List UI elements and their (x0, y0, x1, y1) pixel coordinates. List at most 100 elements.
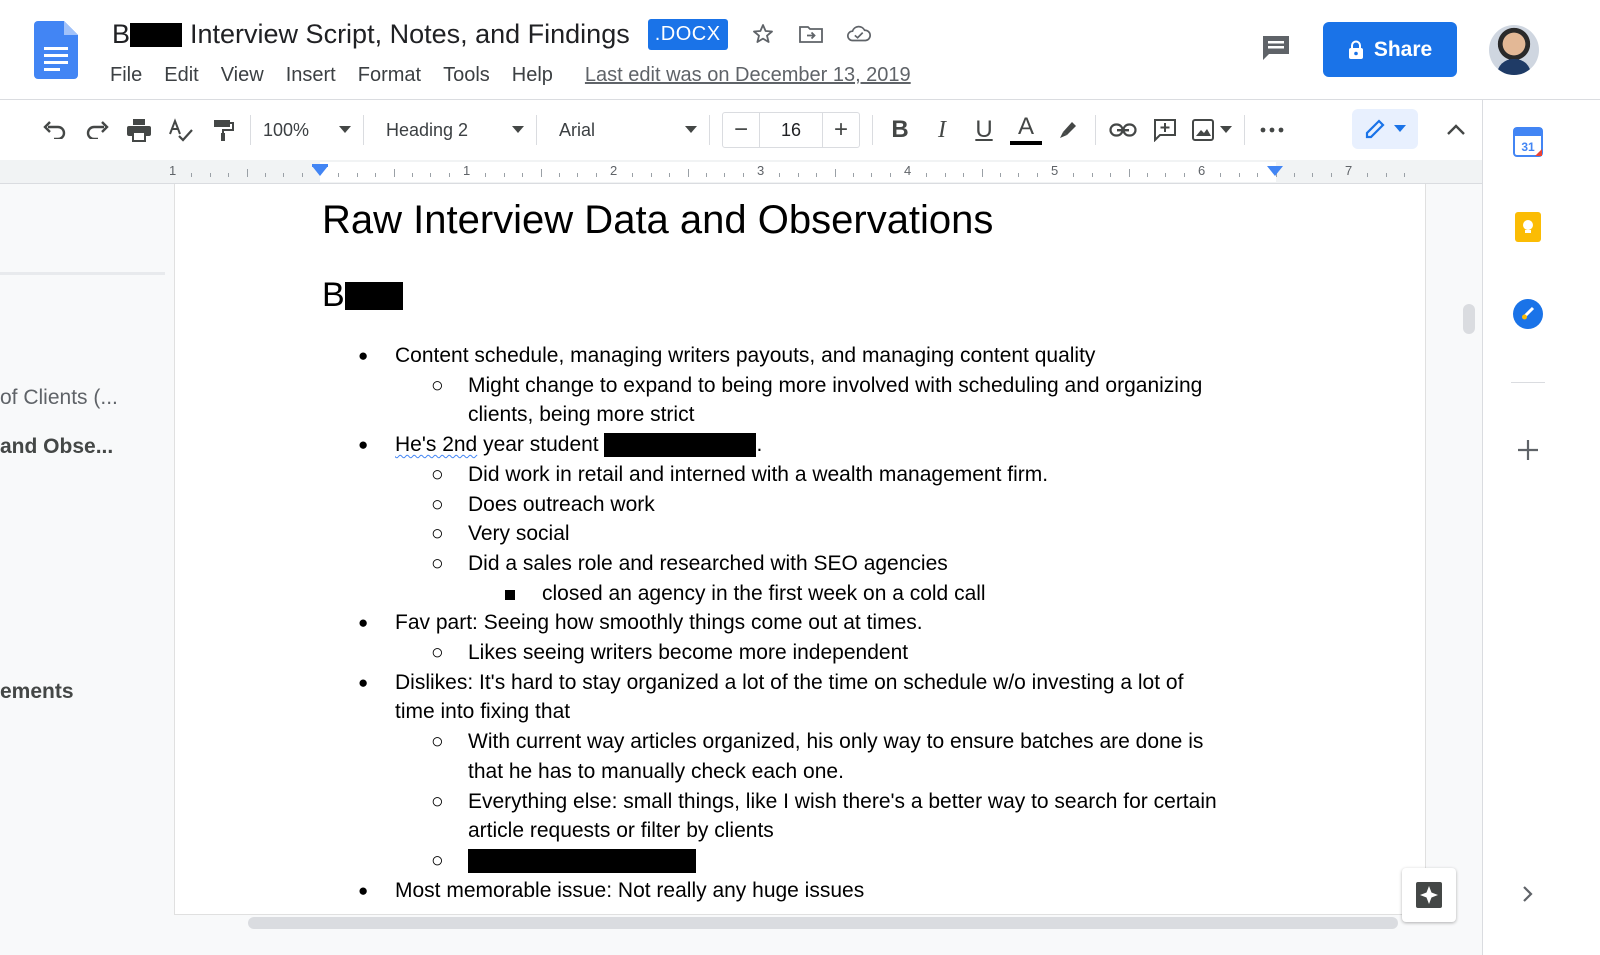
document-canvas: of Clients (... and Obse... ements Raw I… (0, 184, 1482, 955)
right-indent-marker[interactable] (1267, 166, 1283, 176)
paint-format-icon[interactable] (202, 112, 244, 148)
list-item[interactable]: time into fixing that (395, 697, 570, 727)
list-item[interactable]: article requests or filter by clients (468, 816, 774, 846)
insert-link-icon[interactable] (1102, 112, 1144, 148)
list-item[interactable]: Dislikes: It's hard to stay organized a … (395, 668, 1183, 698)
list-item-text: Likes seeing writers become more indepen… (468, 641, 909, 664)
left-indent-marker[interactable] (312, 166, 328, 176)
move-to-folder-icon[interactable] (798, 21, 824, 47)
ruler-tick (835, 169, 836, 177)
share-button[interactable]: Share (1323, 22, 1457, 77)
paragraph-style-value: Heading 2 (386, 119, 469, 140)
list-item[interactable]: He's 2nd year student . (395, 430, 762, 460)
ruler-tick (816, 173, 817, 177)
ruler-tick (577, 173, 578, 177)
list-item[interactable]: Fav part: Seeing how smoothly things com… (395, 608, 923, 638)
list-item[interactable]: Very social (468, 519, 570, 549)
last-edit-link[interactable]: Last edit was on December 13, 2019 (585, 64, 911, 87)
menu-view[interactable]: View (221, 64, 264, 87)
list-item[interactable]: Did work in retail and interned with a w… (468, 460, 1048, 490)
keep-icon[interactable] (1511, 210, 1545, 244)
ruler-tick (394, 169, 395, 177)
explore-icon[interactable] (1402, 868, 1456, 922)
list-item[interactable]: that he has to manually check each one. (468, 757, 844, 787)
chevron-down-icon (512, 126, 524, 133)
redo-icon[interactable] (76, 112, 118, 148)
ruler-tick (302, 173, 303, 177)
circle-bullet-icon: ○ (431, 493, 444, 516)
increase-font-size-button[interactable]: + (823, 112, 859, 148)
outline-item[interactable]: of Clients (... (0, 386, 118, 410)
chevron-right-icon[interactable] (1511, 877, 1545, 911)
decrease-font-size-button[interactable]: − (723, 112, 759, 148)
list-item[interactable]: Most memorable issue: Not really any hug… (395, 876, 864, 906)
list-item[interactable]: Likes seeing writers become more indepen… (468, 638, 908, 668)
menu-help[interactable]: Help (512, 64, 553, 87)
ruler-tick (283, 173, 284, 177)
docs-logo-icon[interactable] (34, 21, 78, 79)
text-color-button[interactable]: A (1005, 112, 1047, 148)
font-size-input[interactable]: 16 (759, 112, 823, 148)
list-item-text: article requests or filter by clients (468, 819, 774, 842)
italic-button[interactable]: I (921, 112, 963, 148)
list-item[interactable]: Did a sales role and researched with SEO… (468, 549, 948, 579)
highlight-icon[interactable] (1047, 112, 1089, 148)
hide-menus-icon[interactable] (1438, 112, 1474, 148)
spellcheck-icon[interactable] (160, 112, 202, 148)
print-icon[interactable] (118, 112, 160, 148)
list-item[interactable]: Might change to expand to being more inv… (468, 371, 1202, 401)
menu-insert[interactable]: Insert (286, 64, 336, 87)
star-icon[interactable] (750, 21, 776, 47)
insert-image-icon[interactable] (1186, 112, 1238, 148)
account-avatar[interactable] (1489, 25, 1539, 75)
menu-format[interactable]: Format (358, 64, 421, 87)
paragraph-style-select[interactable]: Heading 2 (370, 112, 530, 148)
first-line-indent-marker[interactable] (312, 164, 328, 167)
editing-mode-button[interactable] (1352, 109, 1418, 149)
bold-button[interactable]: B (879, 112, 921, 148)
docx-badge[interactable]: .DOCX (647, 18, 728, 50)
document-title[interactable]: B Interview Script, Notes, and Findings (112, 19, 630, 50)
list-item[interactable]: Everything else: small things, like I wi… (468, 787, 1217, 817)
menu-file[interactable]: File (110, 64, 142, 87)
zoom-select[interactable]: 100% (257, 112, 357, 148)
toolbar-divider (709, 115, 710, 145)
document-page[interactable]: Raw Interview Data and Observations B ● C… (175, 184, 1425, 914)
comments-icon[interactable] (1258, 30, 1294, 66)
list-item[interactable]: Content schedule, managing writers payou… (395, 341, 1095, 371)
ruler-tick (265, 173, 266, 177)
heading-2-text: B (322, 276, 345, 314)
list-item-text: Very social (468, 522, 570, 545)
add-addon-icon[interactable] (1511, 433, 1545, 467)
ruler[interactable]: 1 1 2 3 4 5 6 7 (0, 160, 1482, 184)
undo-icon[interactable] (34, 112, 76, 148)
vertical-scrollbar[interactable] (1463, 304, 1475, 334)
more-options-icon[interactable] (1251, 112, 1293, 148)
add-comment-icon[interactable] (1144, 112, 1186, 148)
list-item[interactable]: clients, being more strict (468, 400, 694, 430)
ruler-tick (1367, 173, 1368, 177)
calendar-icon[interactable]: 31 (1511, 124, 1545, 158)
list-item-text: Does outreach work (468, 493, 655, 516)
list-item[interactable] (468, 846, 696, 876)
list-item[interactable]: With current way articles organized, his… (468, 727, 1203, 757)
font-size-control: − 16 + (722, 112, 860, 148)
horizontal-scrollbar[interactable] (248, 917, 1398, 929)
ruler-label: 4 (904, 163, 912, 178)
ruler-tick (210, 173, 211, 177)
toolbar-divider (1244, 115, 1245, 145)
menu-edit[interactable]: Edit (164, 64, 198, 87)
list-item[interactable]: Does outreach work (468, 490, 655, 520)
outline-item-active[interactable]: and Obse... (0, 435, 113, 459)
outline-item[interactable]: ements (0, 680, 74, 704)
underline-button[interactable]: U (963, 112, 1005, 148)
tasks-icon[interactable] (1511, 297, 1545, 331)
svg-text:31: 31 (1521, 140, 1535, 154)
menu-tools[interactable]: Tools (443, 64, 490, 87)
list-item[interactable]: closed an agency in the first week on a … (542, 579, 986, 609)
font-select[interactable]: Arial (543, 112, 703, 148)
ruler-tick (1257, 173, 1258, 177)
ruler-tick (743, 173, 744, 177)
cloud-saved-icon[interactable] (846, 21, 872, 47)
spelling-flagged-text[interactable]: He's 2nd (395, 433, 477, 456)
